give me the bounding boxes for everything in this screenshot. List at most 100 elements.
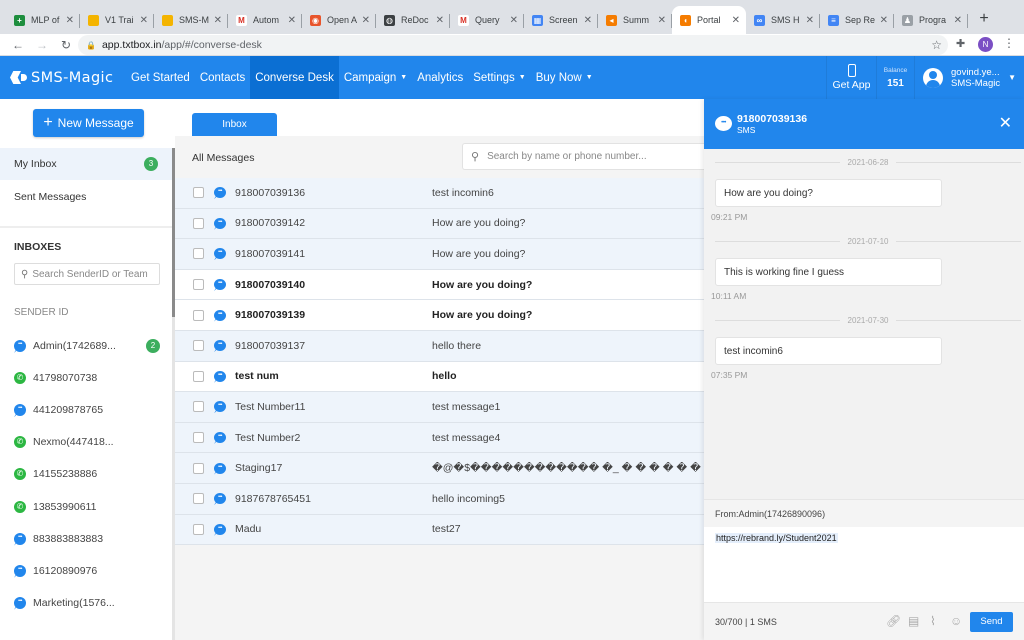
row-checkbox[interactable] (193, 217, 204, 229)
compose-textarea[interactable]: https://rebrand.ly/Student2021 (704, 527, 1024, 602)
attachment-paperclip-icon[interactable]: ⌇ (930, 614, 936, 628)
tab-close-icon[interactable]: ✕ (436, 15, 444, 26)
message-row[interactable]: Test Number11 test message1 (175, 392, 704, 423)
message-row[interactable]: 918007039140 How are you doing? (175, 269, 704, 301)
row-checkbox[interactable] (193, 523, 204, 535)
nav-item-get-started[interactable]: Get Started (126, 56, 195, 99)
message-row[interactable]: Test Number2 test message4 (175, 422, 704, 454)
tab-close-icon[interactable]: ✕ (584, 15, 592, 26)
sidebar-item-my-inbox[interactable]: My Inbox 3 (0, 148, 172, 180)
tab-close-icon[interactable]: ✕ (806, 15, 814, 26)
row-checkbox[interactable] (193, 340, 204, 352)
sender-item[interactable]: 441209878765 (14, 400, 164, 420)
template-document-icon[interactable]: ▤ (908, 614, 919, 628)
browser-tab[interactable]: ▦ Screen ✕ (524, 6, 598, 34)
browser-tab[interactable]: ◖ Portal ✕ (672, 6, 746, 34)
link-icon[interactable]: 🔗︎ (886, 614, 901, 628)
sender-item[interactable]: 14155238886 (14, 464, 164, 484)
row-checkbox[interactable] (193, 462, 204, 474)
new-message-button[interactable]: + New Message (33, 109, 144, 137)
browser-tab[interactable]: ◂ Summ ✕ (598, 6, 672, 34)
from-sender[interactable]: From:Admin(17426890096) (704, 499, 1024, 527)
nav-item-campaign[interactable]: Campaign ▼ (339, 56, 412, 99)
reload-button[interactable]: ↻ (54, 38, 78, 52)
sender-item[interactable]: 883883883883 (14, 529, 164, 549)
row-checkbox[interactable] (193, 432, 204, 444)
tab-close-icon[interactable]: ✕ (66, 15, 74, 26)
message-row[interactable]: 9187678765451 hello incoming5 (175, 483, 704, 515)
tab-close-icon[interactable]: ✕ (214, 15, 222, 26)
tab-close-icon[interactable]: ✕ (510, 15, 518, 26)
message-row[interactable]: 918007039139 How are you doing? (175, 300, 704, 331)
message-row[interactable]: 918007039141 How are you doing? (175, 239, 704, 270)
row-checkbox[interactable] (193, 401, 204, 413)
bookmark-star-icon[interactable]: ☆ (931, 38, 942, 52)
get-app-button[interactable]: Get App (826, 56, 876, 99)
nav-item-settings[interactable]: Settings ▼ (468, 56, 531, 99)
nav-item-analytics[interactable]: Analytics (412, 56, 468, 99)
caret-down-icon: ▼ (585, 74, 593, 81)
tab-close-icon[interactable]: ✕ (732, 15, 740, 26)
message-row[interactable]: 918007039142 How are you doing? (175, 208, 704, 240)
row-checkbox[interactable] (193, 187, 204, 199)
browser-tab[interactable]: SMS-M ✕ (154, 6, 228, 34)
whatsapp-icon (14, 468, 26, 481)
sidebar-item-sent-messages[interactable]: Sent Messages (0, 181, 172, 213)
browser-menu-icon[interactable]: ⋮ (1003, 36, 1015, 50)
browser-tab[interactable]: ♟ Progra ✕ (894, 6, 968, 34)
tab-close-icon[interactable]: ✕ (140, 15, 148, 26)
message-row[interactable]: 918007039136 test incomin6 (175, 178, 704, 209)
profile-avatar[interactable]: N (978, 37, 993, 52)
message-row[interactable]: test num hello (175, 361, 704, 393)
new-tab-button[interactable]: + (972, 6, 996, 34)
address-bar[interactable]: 🔒 app.txtbox.in/app/#/converse-desk ☆ (78, 35, 948, 55)
sender-item[interactable]: 13853990611 (14, 497, 164, 517)
tab-close-icon[interactable]: ✕ (954, 15, 962, 26)
nav-item-buy-now[interactable]: Buy Now ▼ (531, 56, 598, 99)
forward-button[interactable]: → (30, 38, 54, 52)
tab-close-icon[interactable]: ✕ (362, 15, 370, 26)
tab-close-icon[interactable]: ✕ (288, 15, 296, 26)
row-checkbox[interactable] (193, 370, 204, 382)
message-row[interactable]: Staging17 �@�$������������ �_ � � � � � �… (175, 453, 704, 484)
plus-icon: + (43, 114, 53, 131)
browser-tab[interactable]: V1 Trai ✕ (80, 6, 154, 34)
conversation-channel: SMS (737, 125, 756, 135)
brand-logo[interactable]: SMS-Magic (0, 56, 126, 99)
row-checkbox[interactable] (193, 309, 204, 321)
row-message-preview: How are you doing? (432, 309, 533, 322)
message-row[interactable]: 918007039137 hello there (175, 330, 704, 362)
nav-item-converse-desk[interactable]: Converse Desk (250, 56, 339, 99)
user-menu[interactable]: govind.ye... SMS-Magic ▼ (914, 56, 1024, 99)
sender-search-input[interactable]: ⚲ Search SenderID or Team (14, 263, 160, 285)
sender-item[interactable]: Marketing(1576... (14, 593, 164, 613)
close-icon[interactable]: ✕ (999, 113, 1012, 133)
sms-chat-icon (214, 278, 226, 291)
extensions-puzzle-icon[interactable]: ✚ (956, 37, 965, 50)
sender-item[interactable]: 16120890976 (14, 561, 164, 581)
row-checkbox[interactable] (193, 248, 204, 260)
sender-item[interactable]: Admin(1742689... 2 (14, 336, 164, 356)
browser-tab[interactable]: ∞ SMS H ✕ (746, 6, 820, 34)
message-search-input[interactable]: ⚲ Search by name or phone number... (462, 143, 704, 170)
send-button[interactable]: Send (970, 612, 1013, 632)
tab-inbox[interactable]: Inbox (192, 113, 277, 136)
url-host: app.txtbox.in (101, 39, 162, 51)
browser-tab[interactable]: M Autom ✕ (228, 6, 302, 34)
sender-item[interactable]: 41798070738 (14, 368, 164, 388)
tab-close-icon[interactable]: ✕ (658, 15, 666, 26)
tab-strip: Inbox (175, 99, 704, 136)
browser-tab[interactable]: M Query ✕ (450, 6, 524, 34)
browser-tab[interactable]: + MLP of ✕ (6, 6, 80, 34)
browser-tab[interactable]: ◍ ReDoc ✕ (376, 6, 450, 34)
browser-tab[interactable]: ≡ Sep Re ✕ (820, 6, 894, 34)
emoji-icon[interactable]: ☺ (950, 614, 962, 628)
message-row[interactable]: Madu test27 (175, 514, 704, 546)
sender-item[interactable]: Nexmo(447418... (14, 432, 164, 452)
tab-close-icon[interactable]: ✕ (880, 15, 888, 26)
row-checkbox[interactable] (193, 493, 204, 505)
nav-item-contacts[interactable]: Contacts (195, 56, 250, 99)
row-checkbox[interactable] (193, 279, 204, 291)
back-button[interactable]: ← (6, 38, 30, 52)
browser-tab[interactable]: ◉ Open A ✕ (302, 6, 376, 34)
